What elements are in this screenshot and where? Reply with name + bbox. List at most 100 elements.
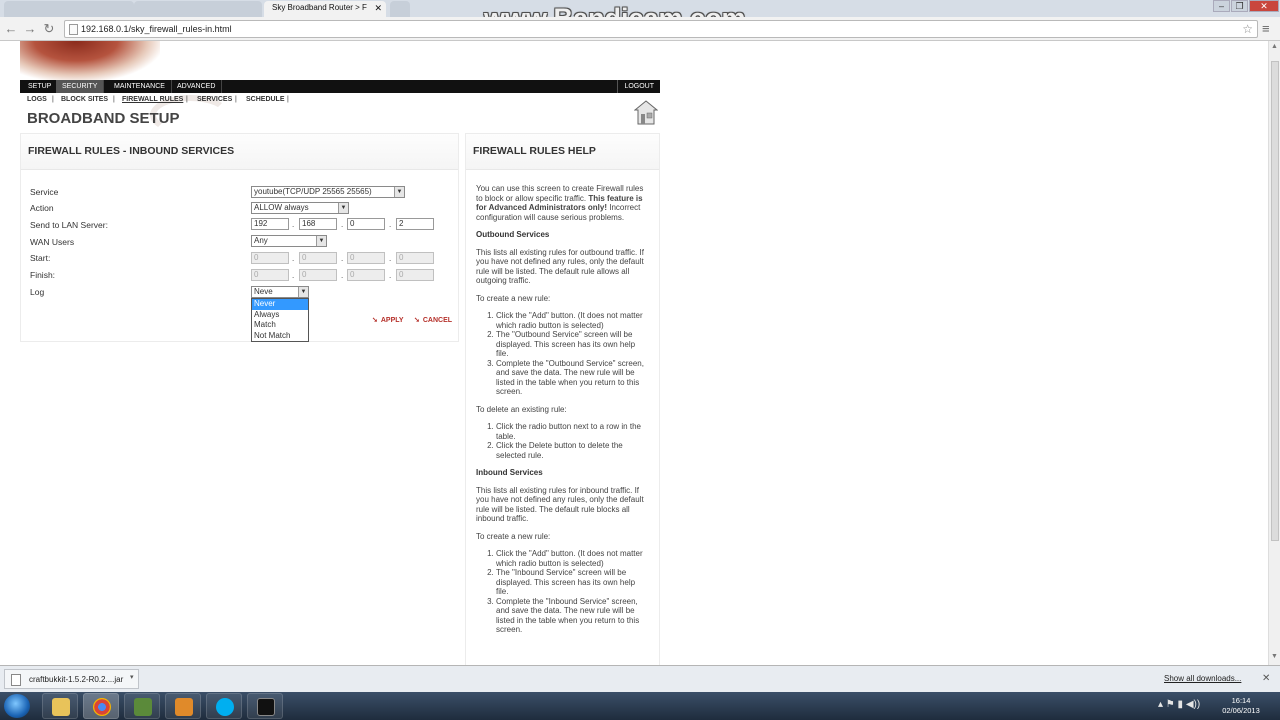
finish-ip-octet-4[interactable]: 0 bbox=[396, 269, 434, 281]
start-ip-octet-1[interactable]: 0 bbox=[251, 252, 289, 264]
scroll-down-icon[interactable]: ▼ bbox=[1271, 653, 1278, 660]
help-inbound-heading: Inbound Services bbox=[476, 468, 543, 477]
download-filename: craftbukkit-1.5.2-R0.2....jar bbox=[29, 675, 124, 684]
lan-ip-octet-4[interactable]: 2 bbox=[396, 218, 434, 230]
download-item[interactable]: craftbukkit-1.5.2-R0.2....jar bbox=[4, 669, 139, 689]
divider: | bbox=[52, 96, 54, 103]
wrench-menu-icon[interactable]: ≡ bbox=[1262, 21, 1270, 36]
lan-ip-octet-3[interactable]: 0 bbox=[347, 218, 385, 230]
browser-tabstrip: Sky Broadband Router > F ✕ www.Bandicam.… bbox=[0, 0, 1280, 33]
divider: | bbox=[186, 96, 188, 103]
download-bar: craftbukkit-1.5.2-R0.2....jar ▾ Show all… bbox=[0, 665, 1280, 692]
inbound-services-panel: FIREWALL RULES - INBOUND SERVICES bbox=[20, 133, 459, 342]
clock[interactable]: 16:14 02/06/2013 bbox=[1216, 696, 1266, 716]
tab-title: Sky Broadband Router > F bbox=[272, 3, 367, 12]
log-select[interactable]: Neve ▼ bbox=[251, 286, 309, 298]
clock-time: 16:14 bbox=[1231, 696, 1251, 705]
log-label: Log bbox=[30, 287, 45, 297]
finish-ip-octet-1[interactable]: 0 bbox=[251, 269, 289, 281]
finish-ip-octet-2[interactable]: 0 bbox=[299, 269, 337, 281]
main-menu: SETUP SECURITY MAINTENANCE ADVANCED LOGO… bbox=[20, 80, 660, 93]
start-label: Start: bbox=[30, 253, 51, 263]
new-tab-button[interactable] bbox=[390, 1, 410, 17]
finish-ip-octet-3[interactable]: 0 bbox=[347, 269, 385, 281]
help-outbound-heading: Outbound Services bbox=[476, 230, 550, 239]
menu-security[interactable]: SECURITY bbox=[56, 80, 105, 93]
help-create-heading-2: To create a new rule: bbox=[476, 531, 551, 541]
chevron-down-icon[interactable]: ▼ bbox=[298, 287, 308, 297]
help-intro: You can use this screen to create Firewa… bbox=[476, 184, 644, 222]
start-ip-octet-2[interactable]: 0 bbox=[299, 252, 337, 264]
action-select[interactable]: ALLOW always ▼ bbox=[251, 202, 349, 214]
lan-ip-octet-2[interactable]: 168 bbox=[299, 218, 337, 230]
browser-tab[interactable] bbox=[4, 1, 134, 17]
bookmark-star-icon[interactable]: ☆ bbox=[1242, 22, 1253, 36]
chevron-down-icon[interactable]: ▾ bbox=[130, 673, 134, 681]
menu-advanced[interactable]: ADVANCED bbox=[171, 80, 223, 93]
reload-icon[interactable]: ↻ bbox=[40, 20, 58, 38]
explorer-taskbar-icon[interactable] bbox=[42, 693, 78, 719]
log-dropdown-list: Never Always Match Not Match bbox=[251, 298, 309, 342]
taskbar: ▴ ⚑ ▮ ◀)) 16:14 02/06/2013 bbox=[0, 692, 1280, 720]
cmd-taskbar-icon[interactable] bbox=[247, 693, 283, 719]
scroll-up-icon[interactable]: ▲ bbox=[1271, 43, 1278, 50]
address-bar[interactable]: 192.168.0.1/sky_firewall_rules-in.html ☆ bbox=[64, 20, 1258, 38]
maximize-icon[interactable]: ❐ bbox=[1231, 0, 1248, 12]
page-title: BROADBAND SETUP bbox=[27, 110, 180, 127]
media-player-taskbar-icon[interactable] bbox=[165, 693, 201, 719]
system-tray[interactable]: ▴ ⚑ ▮ ◀)) bbox=[1158, 699, 1200, 710]
help-inbound-steps: Click the "Add" button. (It does not mat… bbox=[476, 549, 649, 635]
back-arrow-icon[interactable]: ← bbox=[2, 20, 20, 38]
submenu-schedule[interactable]: SCHEDULE bbox=[246, 96, 285, 103]
home-icon[interactable] bbox=[634, 100, 658, 126]
submenu-logs[interactable]: LOGS bbox=[27, 96, 47, 103]
apply-button[interactable]: ➘ APPLY bbox=[372, 316, 404, 324]
log-option-not-match[interactable]: Not Match bbox=[252, 331, 308, 342]
menu-maintenance[interactable]: MAINTENANCE bbox=[108, 80, 172, 93]
log-option-match[interactable]: Match bbox=[252, 320, 308, 331]
url-text[interactable]: 192.168.0.1/sky_firewall_rules-in.html bbox=[81, 24, 232, 34]
logout-button[interactable]: LOGOUT bbox=[617, 80, 660, 93]
submenu-services[interactable]: SERVICES bbox=[197, 96, 232, 103]
close-window-icon[interactable]: ✕ bbox=[1249, 0, 1279, 12]
submenu-firewall-rules[interactable]: FIREWALL RULES bbox=[122, 96, 183, 103]
help-delete-heading: To delete an existing rule: bbox=[476, 404, 567, 414]
chevron-down-icon[interactable]: ▼ bbox=[338, 203, 348, 213]
lan-ip-octet-1[interactable]: 192 bbox=[251, 218, 289, 230]
divider: | bbox=[113, 96, 115, 103]
help-outbound-text: This lists all existing rules for outbou… bbox=[476, 247, 644, 286]
service-select[interactable]: youtube(TCP/UDP 25565 25565) ▼ bbox=[251, 186, 405, 198]
page-scrollbar[interactable]: ▲ ▼ bbox=[1268, 41, 1280, 665]
browser-tab-active[interactable]: Sky Broadband Router > F ✕ bbox=[264, 1, 386, 17]
start-ip-octet-4[interactable]: 0 bbox=[396, 252, 434, 264]
submenu-block-sites[interactable]: BLOCK SITES bbox=[61, 96, 108, 103]
help-delete-steps: Click the radio button next to a row in … bbox=[476, 422, 649, 460]
minimize-icon[interactable]: – bbox=[1213, 0, 1230, 12]
divider: | bbox=[287, 96, 289, 103]
close-tab-icon[interactable]: ✕ bbox=[374, 3, 382, 14]
chevron-down-icon[interactable]: ▼ bbox=[316, 236, 326, 246]
sky-logo-graphic bbox=[20, 41, 160, 81]
menu-setup[interactable]: SETUP bbox=[22, 80, 59, 93]
finish-label: Finish: bbox=[30, 270, 56, 280]
start-ip-octet-3[interactable]: 0 bbox=[347, 252, 385, 264]
skype-taskbar-icon[interactable] bbox=[206, 693, 242, 719]
minecraft-taskbar-icon[interactable] bbox=[124, 693, 160, 719]
service-label: Service bbox=[30, 187, 59, 197]
cancel-button[interactable]: ➘ CANCEL bbox=[414, 316, 452, 324]
scroll-thumb[interactable] bbox=[1271, 61, 1279, 541]
forward-arrow-icon[interactable]: → bbox=[21, 20, 39, 38]
log-option-always[interactable]: Always bbox=[252, 310, 308, 321]
arrow-icon: ➘ bbox=[372, 317, 378, 324]
browser-tab[interactable] bbox=[134, 1, 262, 17]
help-title: FIREWALL RULES HELP bbox=[466, 134, 659, 170]
wan-users-select[interactable]: Any ▼ bbox=[251, 235, 327, 247]
chrome-taskbar-icon[interactable] bbox=[83, 693, 119, 719]
chevron-down-icon[interactable]: ▼ bbox=[394, 187, 404, 197]
start-button[interactable] bbox=[4, 694, 30, 718]
file-icon bbox=[11, 674, 21, 686]
log-option-never[interactable]: Never bbox=[252, 299, 308, 310]
action-label: Action bbox=[30, 203, 54, 213]
show-all-downloads-link[interactable]: Show all downloads... bbox=[1164, 674, 1241, 683]
close-icon[interactable]: ✕ bbox=[1262, 673, 1270, 684]
